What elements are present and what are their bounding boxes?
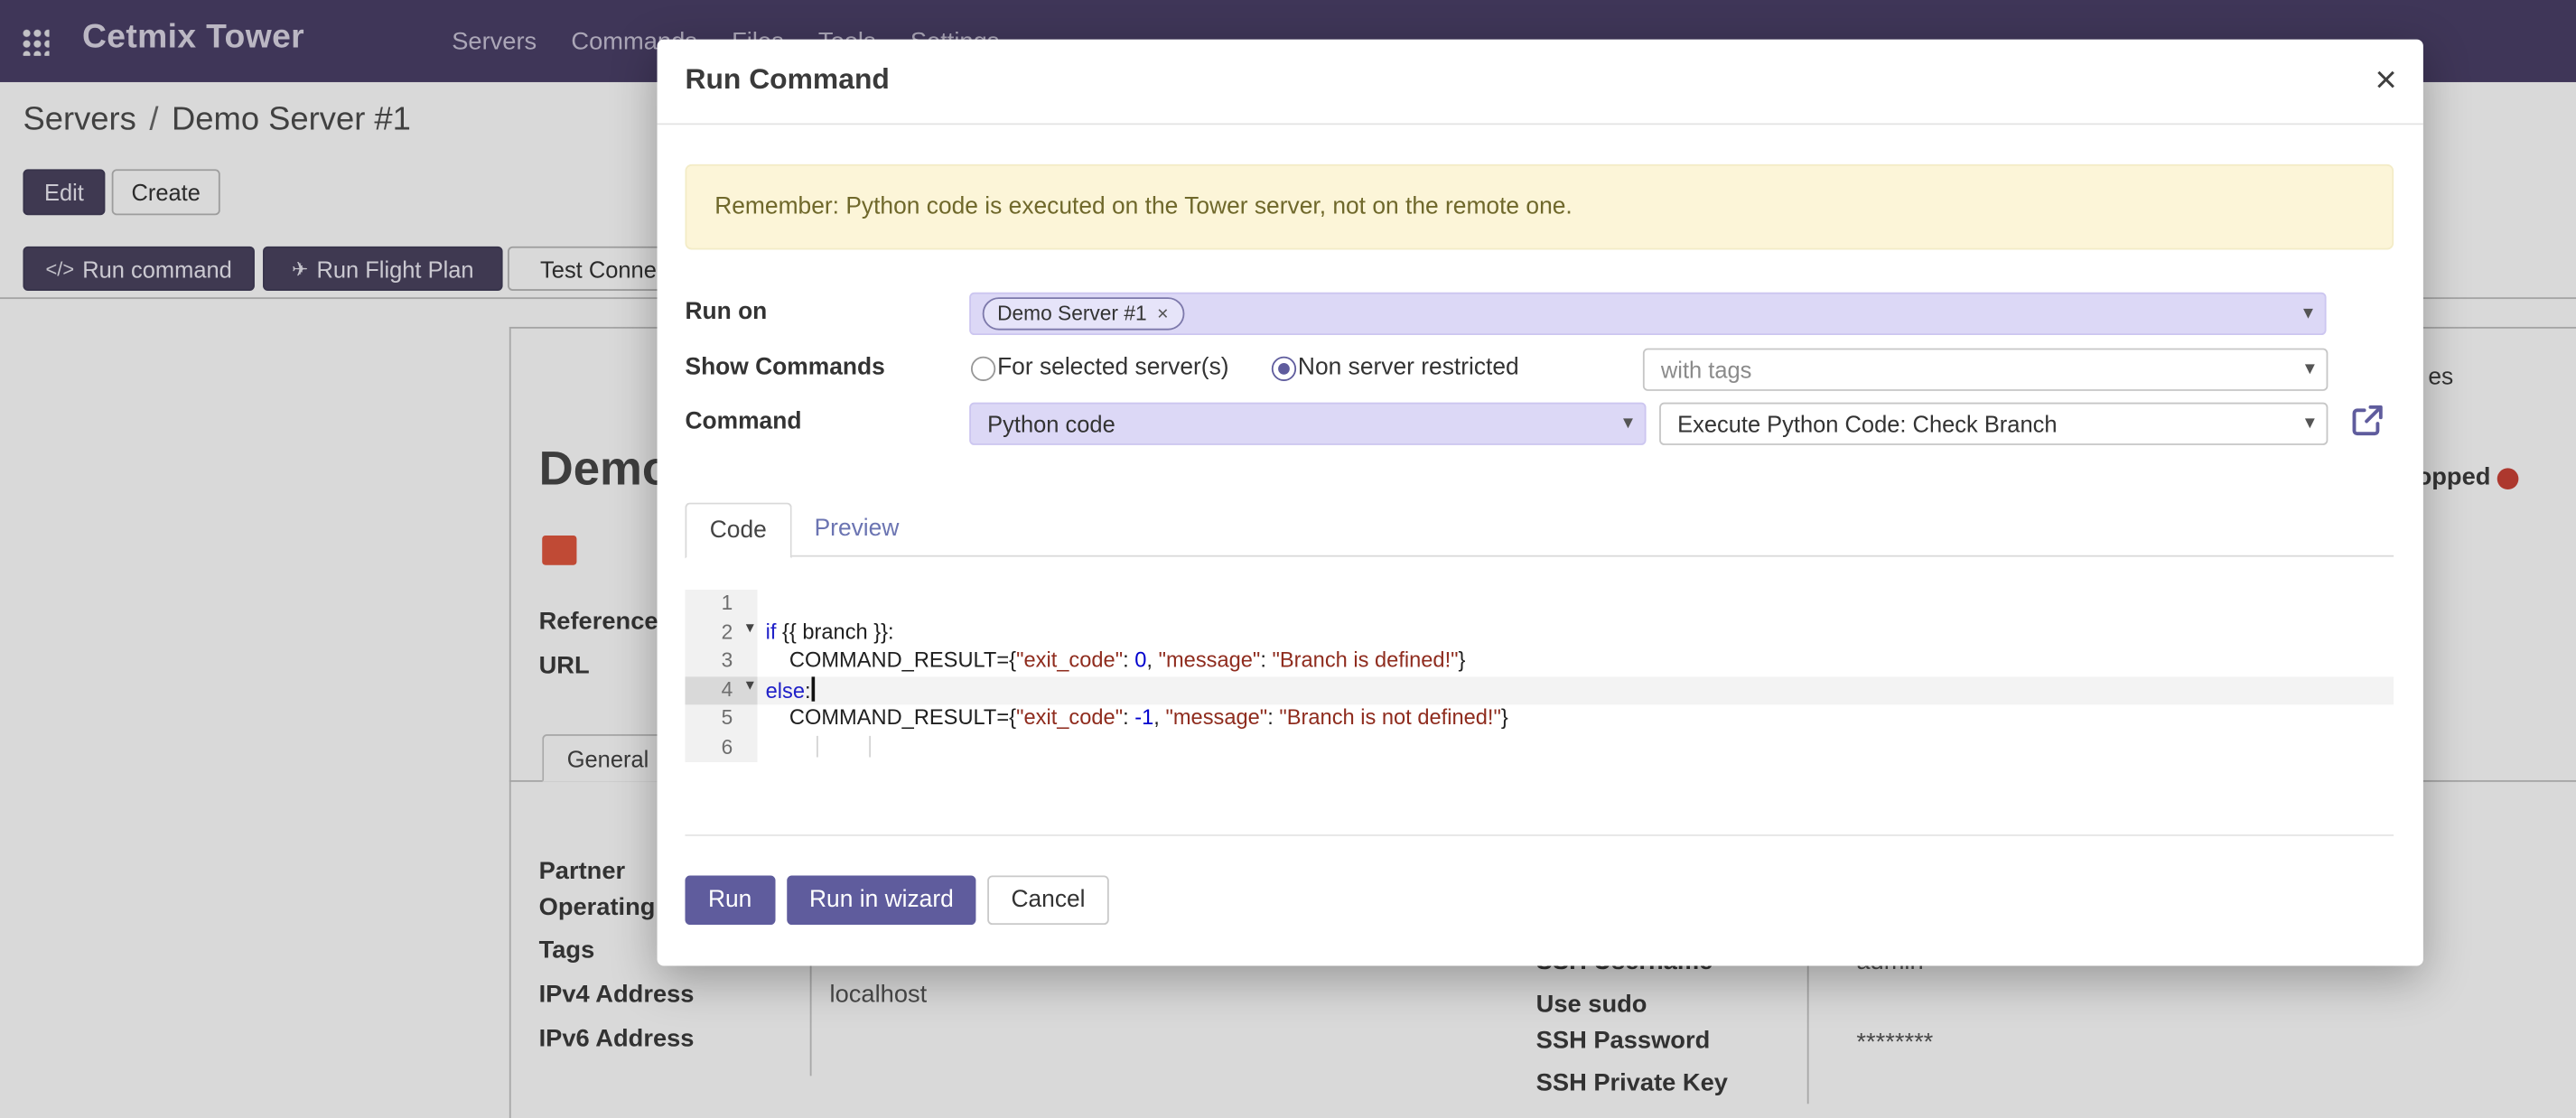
fold-toggle-icon[interactable]: ▾ — [746, 675, 754, 694]
gutter-line-number: 2▾ — [685, 619, 757, 648]
command-select[interactable]: Execute Python Code: Check Branch ▾ — [1659, 403, 2328, 445]
radio-for-selected-servers[interactable] — [971, 357, 995, 381]
code-line[interactable]: else: — [758, 675, 2394, 704]
selected-server-tag[interactable]: Demo Server #1 ✕ — [983, 297, 1184, 330]
fold-toggle-icon[interactable]: ▾ — [746, 619, 754, 637]
close-icon[interactable]: × — [2375, 52, 2396, 106]
radio-label-for-selected-servers[interactable]: For selected server(s) — [997, 355, 1228, 381]
caret-down-icon: ▾ — [2303, 301, 2313, 323]
caret-down-icon: ▾ — [2305, 357, 2315, 379]
caret-down-icon: ▾ — [1623, 411, 1633, 433]
indent-guide — [817, 735, 818, 757]
modal-tabs: Code Preview — [685, 503, 2394, 557]
run-button[interactable]: Run — [685, 875, 774, 925]
radio-label-non-server-restricted[interactable]: Non server restricted — [1298, 355, 1519, 381]
tab-code[interactable]: Code — [685, 503, 791, 559]
gutter-line-number: 5 — [685, 704, 757, 733]
gutter-line-number: 1 — [685, 590, 757, 619]
code-line[interactable]: COMMAND_RESULT={"exit_code": 0, "message… — [758, 648, 2394, 676]
code-line[interactable]: COMMAND_RESULT={"exit_code": -1, "messag… — [758, 704, 2394, 733]
indent-guide — [869, 735, 871, 757]
run-command-modal: Run Command × Remember: Python code is e… — [658, 40, 2423, 966]
modal-footer: Run Run in wizard Cancel — [685, 875, 1108, 925]
editor-lines: if {{ branch }}: COMMAND_RESULT={"exit_c… — [758, 590, 2394, 762]
command-label: Command — [685, 409, 801, 435]
warning-alert: Remember: Python code is executed on the… — [685, 164, 2394, 250]
selected-server-tag-label: Demo Server #1 — [997, 303, 1147, 325]
with-tags-select[interactable]: with tags ▾ — [1643, 349, 2328, 391]
with-tags-placeholder: with tags — [1645, 357, 1752, 383]
code-line[interactable] — [758, 733, 2394, 762]
command-value: Execute Python Code: Check Branch — [1661, 411, 2058, 437]
warning-alert-text: Remember: Python code is executed on the… — [714, 194, 1573, 220]
editor-gutter: 12▾34▾56 — [685, 590, 757, 762]
run-on-label: Run on — [685, 299, 767, 325]
gutter-line-number: 4▾ — [685, 675, 757, 704]
gutter-line-number: 3 — [685, 648, 757, 676]
remove-tag-icon[interactable]: ✕ — [1157, 304, 1170, 322]
command-type-select[interactable]: Python code ▾ — [969, 403, 1646, 445]
modal-header: Run Command × — [658, 40, 2423, 126]
cancel-button[interactable]: Cancel — [988, 875, 1108, 925]
gutter-line-number: 6 — [685, 733, 757, 762]
external-link-icon[interactable] — [2351, 404, 2384, 436]
code-line[interactable] — [758, 590, 2394, 619]
screen: Cetmix Tower Servers Commands Files Tool… — [0, 0, 2576, 1118]
text-cursor — [812, 675, 816, 700]
run-in-wizard-button[interactable]: Run in wizard — [787, 875, 977, 925]
radio-non-server-restricted[interactable] — [1272, 357, 1296, 381]
tab-preview[interactable]: Preview — [791, 503, 922, 557]
run-on-select[interactable]: Demo Server #1 ✕ ▾ — [969, 293, 2326, 335]
code-line[interactable]: if {{ branch }}: — [758, 619, 2394, 648]
modal-title: Run Command — [685, 62, 889, 97]
caret-down-icon: ▾ — [2305, 411, 2315, 433]
command-type-value: Python code — [971, 411, 1115, 437]
code-editor[interactable]: 12▾34▾56 if {{ branch }}: COMMAND_RESULT… — [685, 590, 2394, 836]
show-commands-label: Show Commands — [685, 355, 884, 381]
